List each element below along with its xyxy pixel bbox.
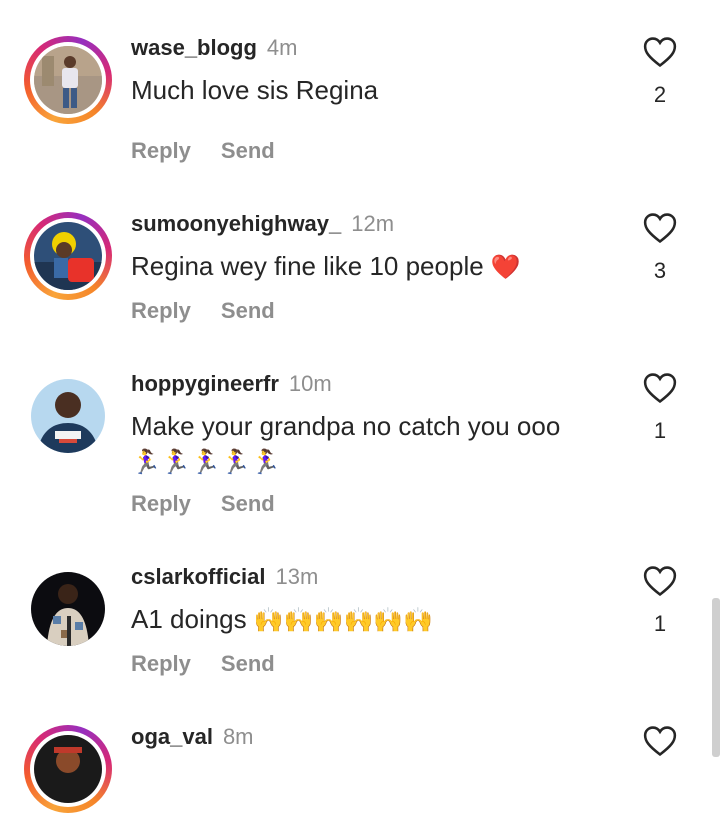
username[interactable]: hoppygineerfr — [131, 371, 279, 396]
timestamp: 13m — [275, 564, 319, 589]
reply-button[interactable]: Reply — [131, 491, 191, 516]
heart-outline-icon[interactable] — [643, 372, 677, 404]
username[interactable]: wase_blogg — [131, 35, 257, 60]
avatar-wrapper[interactable] — [31, 379, 105, 453]
like-count: 3 — [653, 258, 667, 283]
timestamp: 4m — [266, 35, 298, 60]
scrollbar[interactable] — [712, 598, 720, 757]
heart-outline-icon[interactable] — [643, 725, 677, 757]
heart-outline-icon[interactable] — [643, 36, 677, 68]
avatar — [34, 46, 102, 114]
comment-text: Regina wey fine like 10 people ❤️ — [131, 251, 521, 281]
username[interactable]: cslarkofficial — [131, 564, 266, 589]
send-button[interactable]: Send — [221, 298, 275, 323]
comment-emoji-line: 🏃‍♀️🏃‍♀️🏃‍♀️🏃‍♀️🏃‍♀️ — [131, 449, 281, 476]
avatar — [31, 572, 105, 646]
send-button[interactable]: Send — [221, 138, 275, 163]
avatar-wrapper[interactable] — [31, 572, 105, 646]
reply-button[interactable]: Reply — [131, 298, 191, 323]
heart-outline-icon[interactable] — [643, 565, 677, 597]
like-count: 1 — [653, 611, 667, 636]
avatar-story-ring[interactable] — [24, 212, 112, 300]
comment-text: A1 doings 🙌🙌🙌🙌🙌🙌 — [131, 604, 434, 634]
send-button[interactable]: Send — [221, 651, 275, 676]
timestamp: 12m — [351, 211, 395, 236]
avatar — [34, 222, 102, 290]
comment-text: Make your grandpa no catch you ooo — [131, 411, 561, 441]
username[interactable]: oga_val — [131, 724, 213, 749]
like-count: 2 — [653, 82, 667, 107]
avatar-story-ring[interactable] — [24, 36, 112, 124]
username[interactable]: sumoonyehighway_ — [131, 211, 341, 236]
comment-text: Much love sis Regina — [131, 75, 379, 105]
avatar — [34, 735, 102, 803]
avatar — [31, 379, 105, 453]
heart-outline-icon[interactable] — [643, 212, 677, 244]
reply-button[interactable]: Reply — [131, 138, 191, 163]
like-count: 1 — [653, 418, 667, 443]
avatar-story-ring[interactable] — [24, 725, 112, 813]
timestamp: 8m — [222, 724, 254, 749]
send-button[interactable]: Send — [221, 491, 275, 516]
reply-button[interactable]: Reply — [131, 651, 191, 676]
timestamp: 10m — [288, 371, 332, 396]
